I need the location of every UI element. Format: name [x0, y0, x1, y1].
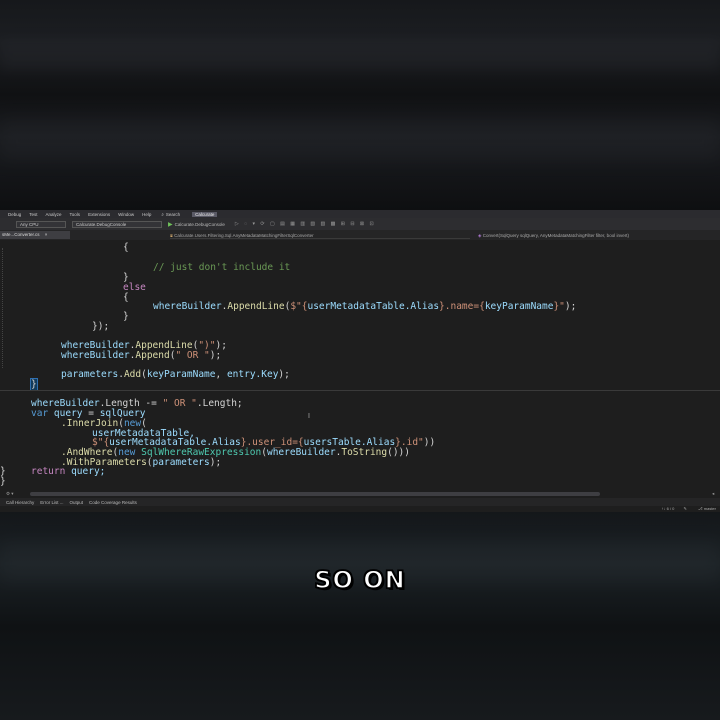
- video-caption: SO ON: [313, 565, 406, 595]
- pencil-icon: ✎: [683, 506, 687, 511]
- blur-band: [0, 120, 720, 160]
- code-line: whereBuilder.AppendLine($"{userMetadataT…: [153, 301, 577, 312]
- close-icon[interactable]: ×: [45, 232, 48, 237]
- tab-strip: sMe...Converter.cs × ⧈ Calcurate.Users.F…: [0, 230, 720, 240]
- text-cursor-icon: I: [308, 413, 310, 420]
- member-nav-label: Convert(SqlQuery sqlQuery, AnyMetadataMa…: [482, 233, 629, 238]
- bottom-panel-tabs: Call Hierarchy Error List ... Output Cod…: [0, 498, 720, 506]
- code-line: whereBuilder.Append(" OR ");: [61, 350, 222, 361]
- menu-window[interactable]: Window: [118, 212, 134, 217]
- menu-analyze[interactable]: Analyze: [46, 212, 62, 217]
- toolbar: Any CPU Calcurate.DebugConsole ▶ Calcura…: [0, 218, 720, 230]
- branch-name[interactable]: master: [704, 506, 716, 511]
- search-menu[interactable]: Search: [166, 212, 180, 217]
- run-target-button[interactable]: Calcurate.DebugConsole: [175, 222, 225, 227]
- menu-tools[interactable]: Tools: [70, 212, 81, 217]
- code-line: {: [123, 242, 129, 253]
- horizontal-scrollbar[interactable]: [30, 492, 600, 496]
- editor-scroll-area: ⚙ ▾ ◂: [0, 490, 720, 498]
- startup-project-dropdown[interactable]: Calcurate.DebugConsole: [72, 220, 162, 228]
- menu-help[interactable]: Help: [142, 212, 151, 217]
- code-line: {: [123, 292, 129, 303]
- blurred-background-bottom: [0, 512, 720, 720]
- tab-output[interactable]: Output: [70, 500, 84, 505]
- tab-call-hierarchy[interactable]: Call Hierarchy: [6, 500, 34, 505]
- menu-extensions[interactable]: Extensions: [88, 212, 110, 217]
- code-line: }: [30, 378, 38, 391]
- fold-guide: [2, 248, 5, 368]
- class-nav-label: Calcurate.Users.Filtering.Sql.AnyMetadat…: [174, 233, 314, 238]
- solution-name-badge: Calcurate: [192, 211, 218, 217]
- class-navigation-dropdown[interactable]: ⧈ Calcurate.Users.Filtering.Sql.AnyMetad…: [170, 232, 470, 239]
- code-editor[interactable]: { // just don't include it } else { wher…: [0, 240, 720, 492]
- search-icon[interactable]: ⌕: [161, 212, 164, 217]
- code-line: }: [0, 476, 6, 487]
- editor-divider: [0, 390, 720, 391]
- menu-test[interactable]: Test: [29, 212, 37, 217]
- ide-window: Debug Test Analyze Tools Extensions Wind…: [0, 210, 720, 512]
- platform-dropdown[interactable]: Any CPU: [16, 220, 66, 228]
- menu-debug[interactable]: Debug: [8, 212, 21, 217]
- branch-icon: ⎇: [698, 506, 703, 511]
- toolbar-icons[interactable]: ▷ ◌ ▾ ⟳ ▢ ▤ ▦ ▥ ▧ ▨ ▩ ⊞ ⊟ ⊠ ⊡: [235, 221, 376, 227]
- tab-error-list[interactable]: Error List ...: [40, 500, 63, 505]
- code-line: parameters.Add(keyParamName, entry.Key);: [61, 369, 290, 380]
- zoom-icon[interactable]: ⚙ ▾: [6, 491, 14, 497]
- code-line: }: [123, 311, 129, 322]
- code-line: });: [92, 321, 110, 332]
- tab-file-label: sMe...Converter.cs: [2, 232, 40, 237]
- run-icon[interactable]: ▶: [168, 221, 173, 228]
- tab-active-file[interactable]: sMe...Converter.cs ×: [0, 231, 70, 239]
- line-position[interactable]: 6 / 0: [667, 506, 675, 511]
- member-navigation-dropdown[interactable]: ◈ Convert(SqlQuery sqlQuery, AnyMetadata…: [478, 232, 718, 239]
- tab-code-coverage[interactable]: Code Coverage Results: [89, 500, 137, 505]
- code-line: return query;: [31, 466, 106, 477]
- blur-band: [0, 40, 720, 70]
- menu-bar: Debug Test Analyze Tools Extensions Wind…: [0, 210, 720, 218]
- blurred-background-top: [0, 0, 720, 210]
- scroll-right-icon[interactable]: ◂: [712, 491, 714, 497]
- matched-brace: }: [30, 378, 38, 391]
- code-line: // just don't include it: [153, 262, 291, 273]
